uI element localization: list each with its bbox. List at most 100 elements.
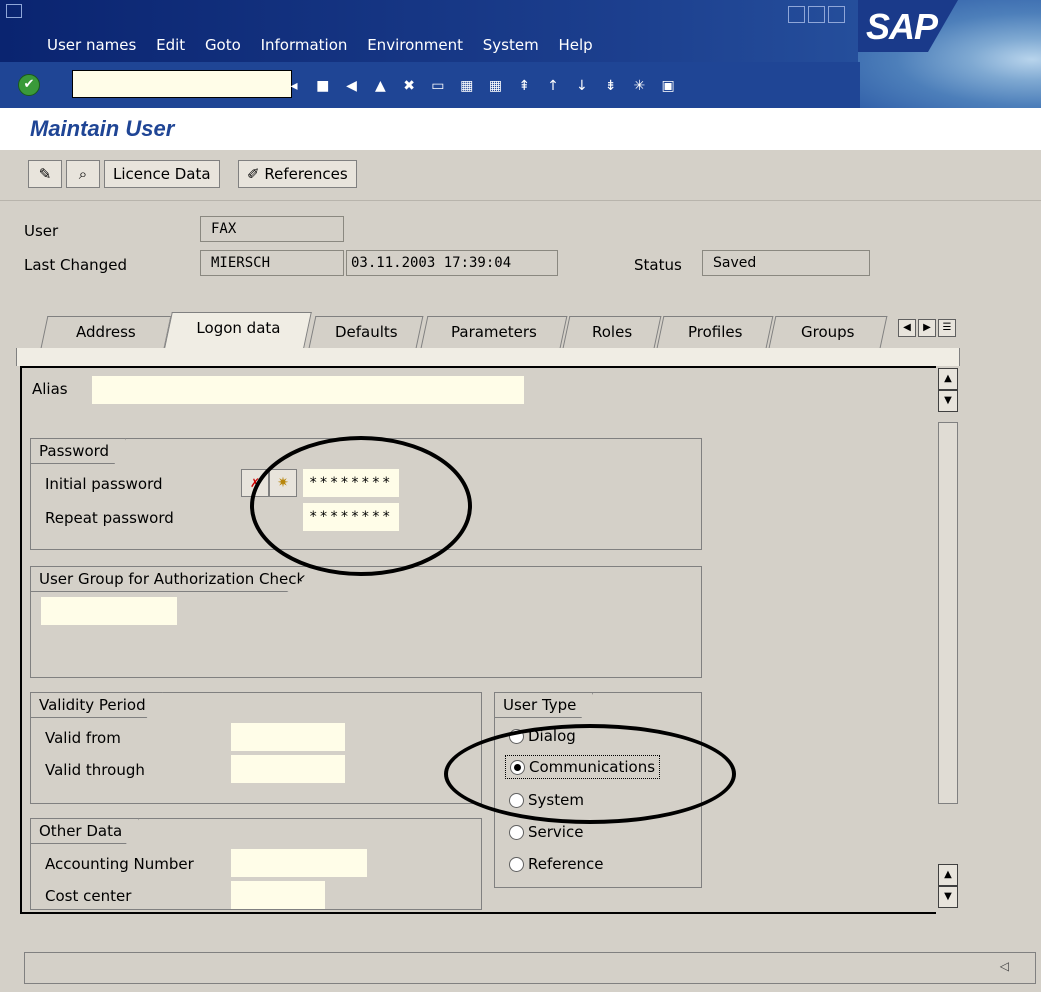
previous-page-icon[interactable]: ↑ bbox=[543, 76, 563, 96]
tab-parameters[interactable]: Parameters bbox=[420, 316, 568, 348]
valid-through-label: Valid through bbox=[45, 761, 145, 779]
status-bar: ◁ bbox=[24, 952, 1036, 984]
change-icon[interactable]: ✎ bbox=[28, 160, 62, 188]
application-toolbar: ✎ ⌕ Licence Data ✐ References bbox=[0, 150, 1041, 201]
scroll-down-icon[interactable]: ▼ bbox=[938, 886, 958, 908]
find-icon[interactable]: ▦ bbox=[457, 76, 477, 96]
radio-service[interactable]: Service bbox=[509, 823, 583, 841]
cancel-icon[interactable]: ✖ bbox=[399, 76, 419, 96]
tab-logon-data[interactable]: Logon data bbox=[164, 312, 312, 348]
initial-password-input[interactable]: ******** bbox=[303, 469, 399, 497]
scroll-thumb[interactable] bbox=[938, 422, 958, 804]
last-changed-label: Last Changed bbox=[24, 256, 127, 274]
tab-list-icon[interactable]: ☰ bbox=[938, 319, 956, 337]
title-bar: Maintain User bbox=[0, 108, 1041, 150]
sap-window: User names Edit Goto Information Environ… bbox=[0, 0, 1041, 992]
tab-content: Alias Password Initial password ✗ ✷ ****… bbox=[20, 366, 960, 914]
status-arrow-icon[interactable]: ◁ bbox=[1000, 959, 1009, 973]
radio-label: System bbox=[528, 791, 584, 809]
close-icon[interactable] bbox=[828, 6, 845, 23]
system-menu-icon[interactable] bbox=[6, 4, 22, 18]
valid-from-input[interactable] bbox=[231, 723, 345, 751]
references-button[interactable]: ✐ References bbox=[238, 160, 357, 188]
menu-edit[interactable]: Edit bbox=[156, 36, 185, 54]
maximize-icon[interactable] bbox=[808, 6, 825, 23]
tab-address[interactable]: Address bbox=[40, 316, 172, 348]
menu-help[interactable]: Help bbox=[558, 36, 592, 54]
command-input[interactable] bbox=[73, 71, 267, 97]
find-next-icon[interactable]: ▦ bbox=[485, 76, 505, 96]
page-title: Maintain User bbox=[30, 116, 175, 141]
delete-password-icon[interactable]: ✗ bbox=[241, 469, 269, 497]
valid-through-input[interactable] bbox=[231, 755, 345, 783]
print-icon[interactable]: ▭ bbox=[428, 76, 448, 96]
generate-password-icon[interactable]: ✷ bbox=[269, 469, 297, 497]
menu-system[interactable]: System bbox=[483, 36, 539, 54]
scroll-up-icon[interactable]: ▲ bbox=[938, 368, 958, 390]
alias-label: Alias bbox=[32, 380, 68, 398]
tab-scroll-left-icon[interactable]: ◀ bbox=[898, 319, 916, 337]
tab-roles[interactable]: Roles bbox=[562, 316, 662, 348]
validity-group: Validity Period Valid from Valid through bbox=[30, 692, 482, 804]
tab-scroll-right-icon[interactable]: ▶ bbox=[918, 319, 936, 337]
password-group: Password Initial password ✗ ✷ ******** R… bbox=[30, 438, 702, 550]
references-icon: ✐ bbox=[247, 165, 265, 183]
tab-profiles[interactable]: Profiles bbox=[656, 316, 774, 348]
radio-reference[interactable]: Reference bbox=[509, 855, 604, 873]
user-group-group: User Group for Authorization Check bbox=[30, 566, 702, 678]
vertical-scrollbar[interactable]: ▲ ▼ ▲ ▼ bbox=[936, 366, 960, 914]
password-group-title: Password bbox=[30, 438, 127, 464]
other-data-group: Other Data Accounting Number Cost center bbox=[30, 818, 482, 910]
tab-page-frame bbox=[16, 348, 960, 366]
minimize-icon[interactable] bbox=[788, 6, 805, 23]
command-field[interactable] bbox=[72, 70, 292, 98]
next-page-icon[interactable]: ↓ bbox=[572, 76, 592, 96]
last-page-icon[interactable]: ⇟ bbox=[601, 76, 621, 96]
tab-defaults[interactable]: Defaults bbox=[308, 316, 424, 348]
tab-label: Profiles bbox=[687, 323, 743, 341]
licence-data-button[interactable]: Licence Data bbox=[104, 160, 220, 188]
radio-button[interactable] bbox=[509, 825, 524, 840]
repeat-password-input[interactable]: ******** bbox=[303, 503, 399, 531]
user-type-group: User Type Dialog Communications System S… bbox=[494, 692, 702, 888]
exit-icon[interactable]: ▲ bbox=[370, 76, 390, 96]
radio-button[interactable] bbox=[509, 729, 524, 744]
tab-label: Address bbox=[76, 323, 136, 341]
menu-information[interactable]: Information bbox=[261, 36, 348, 54]
save-icon[interactable]: ■ bbox=[313, 76, 333, 96]
menu-environment[interactable]: Environment bbox=[367, 36, 463, 54]
accounting-number-input[interactable] bbox=[231, 849, 367, 877]
user-group-input[interactable] bbox=[41, 597, 177, 625]
radio-button[interactable] bbox=[510, 760, 525, 775]
tab-label: Roles bbox=[591, 323, 633, 341]
other-data-group-title: Other Data bbox=[30, 818, 140, 844]
tab-groups[interactable]: Groups bbox=[768, 316, 888, 348]
create-session-icon[interactable]: ✳ bbox=[629, 76, 649, 96]
radio-button[interactable] bbox=[509, 857, 524, 872]
radio-label: Dialog bbox=[528, 727, 576, 745]
tab-label: Groups bbox=[801, 323, 855, 341]
window-controls bbox=[788, 6, 848, 27]
first-page-icon[interactable]: ⇞ bbox=[514, 76, 534, 96]
radio-system[interactable]: System bbox=[509, 791, 584, 809]
display-icon[interactable]: ⌕ bbox=[66, 160, 100, 188]
command-history-icon[interactable]: ◂ bbox=[284, 76, 304, 96]
user-label: User bbox=[24, 222, 59, 240]
scroll-up-icon[interactable]: ▲ bbox=[938, 864, 958, 886]
radio-dialog[interactable]: Dialog bbox=[509, 727, 576, 745]
scroll-down-icon[interactable]: ▼ bbox=[938, 390, 958, 412]
toolbar-icons: ◂ ■ ◀ ▲ ✖ ▭ ▦ ▦ ⇞ ↑ ↓ ⇟ ✳ ▣ bbox=[284, 76, 682, 96]
enter-icon[interactable]: ✔ bbox=[18, 74, 40, 96]
menu-user-names[interactable]: User names bbox=[47, 36, 136, 54]
radio-button[interactable] bbox=[509, 793, 524, 808]
menu-goto[interactable]: Goto bbox=[205, 36, 241, 54]
tab-label: Parameters bbox=[451, 323, 537, 341]
radio-communications[interactable]: Communications bbox=[505, 755, 661, 779]
back-icon[interactable]: ◀ bbox=[342, 76, 362, 96]
generate-shortcut-icon[interactable]: ▣ bbox=[658, 76, 678, 96]
user-type-group-title: User Type bbox=[494, 692, 594, 718]
cost-center-input[interactable] bbox=[231, 881, 325, 909]
alias-input[interactable] bbox=[92, 376, 524, 404]
repeat-password-label: Repeat password bbox=[45, 509, 174, 527]
initial-password-label: Initial password bbox=[45, 475, 163, 493]
